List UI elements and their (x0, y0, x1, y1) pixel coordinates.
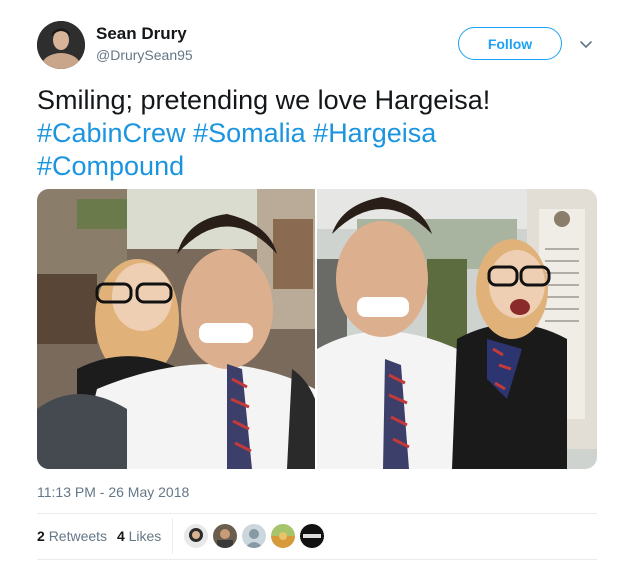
tweet-text-line: #Compound (37, 150, 607, 183)
divider-top (37, 513, 597, 514)
liker-avatar-4[interactable] (271, 524, 295, 548)
tweet-text-line: Smiling; pretending we love Hargeisa! (37, 84, 607, 117)
author-name[interactable]: Sean Drury (96, 24, 187, 44)
author-avatar[interactable] (37, 21, 85, 69)
retweets-count: 2 (37, 528, 45, 544)
tweet-text-segment (186, 118, 194, 148)
author-handle[interactable]: @DrurySean95 (96, 47, 193, 63)
liker-avatar-2[interactable] (213, 524, 237, 548)
likes-count: 4 (116, 528, 125, 544)
hashtag-link[interactable]: #CabinCrew (37, 118, 186, 148)
tweet-media[interactable] (37, 189, 597, 469)
tweet-text-segment: Smiling; pretending we love Hargeisa! (37, 85, 491, 115)
tweet-text-line: #CabinCrew #Somalia #Hargeisa (37, 117, 607, 150)
follow-button[interactable]: Follow (458, 27, 562, 60)
photo-left[interactable] (37, 189, 315, 469)
likes-label: Likes (128, 528, 162, 544)
divider-bottom (37, 559, 597, 560)
tweet-timestamp[interactable]: 11:13 PM - 26 May 2018 (37, 484, 189, 500)
hashtag-link[interactable]: #Compound (37, 151, 184, 181)
hashtag-link[interactable]: #Somalia (193, 118, 306, 148)
liker-avatar-5[interactable] (300, 524, 324, 548)
photo-right[interactable] (317, 189, 597, 469)
hashtag-link[interactable]: #Hargeisa (313, 118, 436, 148)
retweets-label: Retweets (48, 528, 108, 544)
liker-avatar-3[interactable] (242, 524, 266, 548)
retweets-stat[interactable]: 2 Retweets (37, 528, 107, 544)
tweet-text: Smiling; pretending we love Hargeisa! #Ca… (37, 84, 607, 183)
stats-separator (172, 518, 173, 554)
likes-stat[interactable]: 4 Likes (117, 528, 161, 544)
tweet-stats: 2 Retweets 4 Likes (37, 528, 167, 544)
liker-avatar-1[interactable] (184, 524, 208, 548)
chevron-down-icon[interactable] (578, 36, 594, 52)
